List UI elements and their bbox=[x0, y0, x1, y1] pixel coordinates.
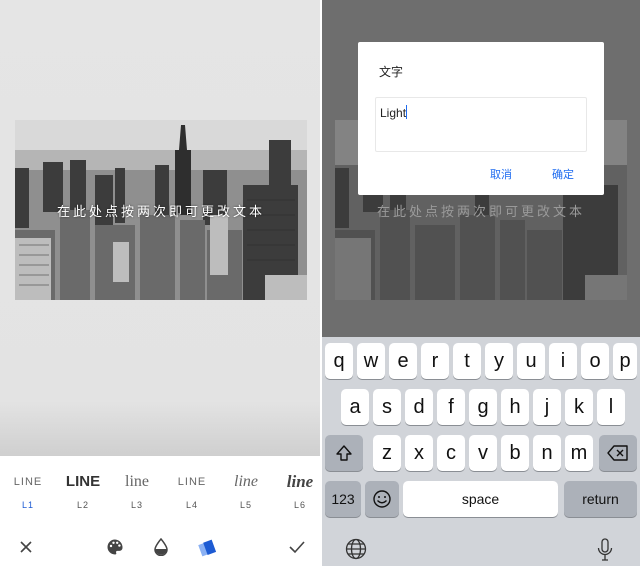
key-v[interactable]: v bbox=[469, 435, 497, 471]
editor-screen: 在此处点按两次即可更改文本 LINE L1 LINE L2 line L3 LI… bbox=[0, 0, 320, 566]
key-s[interactable]: s bbox=[373, 389, 401, 425]
key-c[interactable]: c bbox=[437, 435, 465, 471]
key-w[interactable]: w bbox=[357, 343, 385, 379]
key-e[interactable]: e bbox=[389, 343, 417, 379]
edit-text-dialog: 文字 Light 取消 确定 bbox=[358, 42, 604, 195]
key-n[interactable]: n bbox=[533, 435, 561, 471]
cancel-button[interactable]: 取消 bbox=[490, 166, 512, 182]
backspace-icon bbox=[607, 445, 628, 461]
style-option-l6[interactable]: line L6 bbox=[273, 472, 327, 510]
overlay-text: 在此处点按两次即可更改文本 bbox=[376, 205, 585, 220]
shift-key[interactable] bbox=[325, 435, 363, 471]
shift-icon bbox=[336, 445, 352, 461]
style-option-l5[interactable]: line L5 bbox=[219, 472, 273, 510]
style-preview: LINE bbox=[177, 476, 207, 488]
key-j[interactable]: j bbox=[533, 389, 561, 425]
style-preview: line bbox=[125, 473, 149, 490]
key-g[interactable]: g bbox=[469, 389, 497, 425]
keyboard: q w e r t y u i o p a s d f g h j k l z … bbox=[322, 337, 640, 566]
key-q[interactable]: q bbox=[325, 343, 353, 379]
text-cursor bbox=[406, 105, 408, 119]
numbers-key[interactable]: 123 bbox=[325, 481, 361, 517]
style-option-l1[interactable]: LINE L1 bbox=[1, 472, 55, 510]
emoji-key[interactable] bbox=[365, 481, 399, 517]
style-code: L3 bbox=[130, 500, 143, 510]
close-icon[interactable] bbox=[15, 536, 37, 558]
key-k[interactable]: k bbox=[565, 389, 593, 425]
style-preview: line bbox=[234, 473, 258, 490]
backspace-key[interactable] bbox=[599, 435, 637, 471]
text-style-strip: LINE L1 LINE L2 line L3 LINE L4 line L5 … bbox=[0, 456, 320, 526]
style-code: L2 bbox=[76, 500, 89, 510]
style-preview: LINE bbox=[13, 476, 43, 488]
key-x[interactable]: x bbox=[405, 435, 433, 471]
key-y[interactable]: y bbox=[485, 343, 513, 379]
emoji-icon bbox=[373, 490, 391, 508]
microphone-icon[interactable] bbox=[596, 538, 614, 566]
style-code: L5 bbox=[239, 500, 252, 510]
key-i[interactable]: i bbox=[549, 343, 577, 379]
space-key[interactable]: space bbox=[403, 481, 558, 517]
palette-icon[interactable] bbox=[104, 536, 126, 558]
style-code: L6 bbox=[293, 500, 306, 510]
checkmark-icon[interactable] bbox=[286, 536, 308, 558]
return-key[interactable]: return bbox=[564, 481, 637, 517]
key-b[interactable]: b bbox=[501, 435, 529, 471]
confirm-button[interactable]: 确定 bbox=[552, 166, 574, 182]
style-icon[interactable] bbox=[197, 536, 219, 558]
key-d[interactable]: d bbox=[405, 389, 433, 425]
key-a[interactable]: a bbox=[341, 389, 369, 425]
key-l[interactable]: l bbox=[597, 389, 625, 425]
key-u[interactable]: u bbox=[517, 343, 545, 379]
city-photo: 在此处点按两次即可更改文本 bbox=[15, 120, 307, 300]
style-option-l2[interactable]: LINE L2 bbox=[56, 472, 110, 510]
key-o[interactable]: o bbox=[581, 343, 609, 379]
key-p[interactable]: p bbox=[613, 343, 637, 379]
canvas-area: 在此处点按两次即可更改文本 bbox=[0, 0, 320, 456]
key-t[interactable]: t bbox=[453, 343, 481, 379]
style-preview: line bbox=[286, 472, 314, 491]
overlay-text[interactable]: 在此处点按两次即可更改文本 bbox=[15, 201, 307, 220]
editor-toolbar bbox=[0, 526, 320, 566]
style-code: L4 bbox=[185, 500, 198, 510]
key-f[interactable]: f bbox=[437, 389, 465, 425]
edit-text-screen: 在此处点按两次即可更改文本 文字 Light 取消 确定 q w e r t y… bbox=[322, 0, 640, 566]
key-m[interactable]: m bbox=[565, 435, 593, 471]
key-h[interactable]: h bbox=[501, 389, 529, 425]
text-input[interactable]: Light bbox=[375, 97, 587, 152]
key-z[interactable]: z bbox=[373, 435, 401, 471]
style-preview: LINE bbox=[65, 473, 101, 490]
globe-icon[interactable] bbox=[345, 538, 367, 565]
key-r[interactable]: r bbox=[421, 343, 449, 379]
opacity-icon[interactable] bbox=[150, 536, 172, 558]
text-input-value: Light bbox=[380, 106, 407, 120]
style-code: L1 bbox=[21, 500, 34, 510]
style-option-l4[interactable]: LINE L4 bbox=[165, 472, 219, 510]
style-option-l3[interactable]: line L3 bbox=[110, 472, 164, 510]
dialog-title: 文字 bbox=[379, 65, 404, 79]
